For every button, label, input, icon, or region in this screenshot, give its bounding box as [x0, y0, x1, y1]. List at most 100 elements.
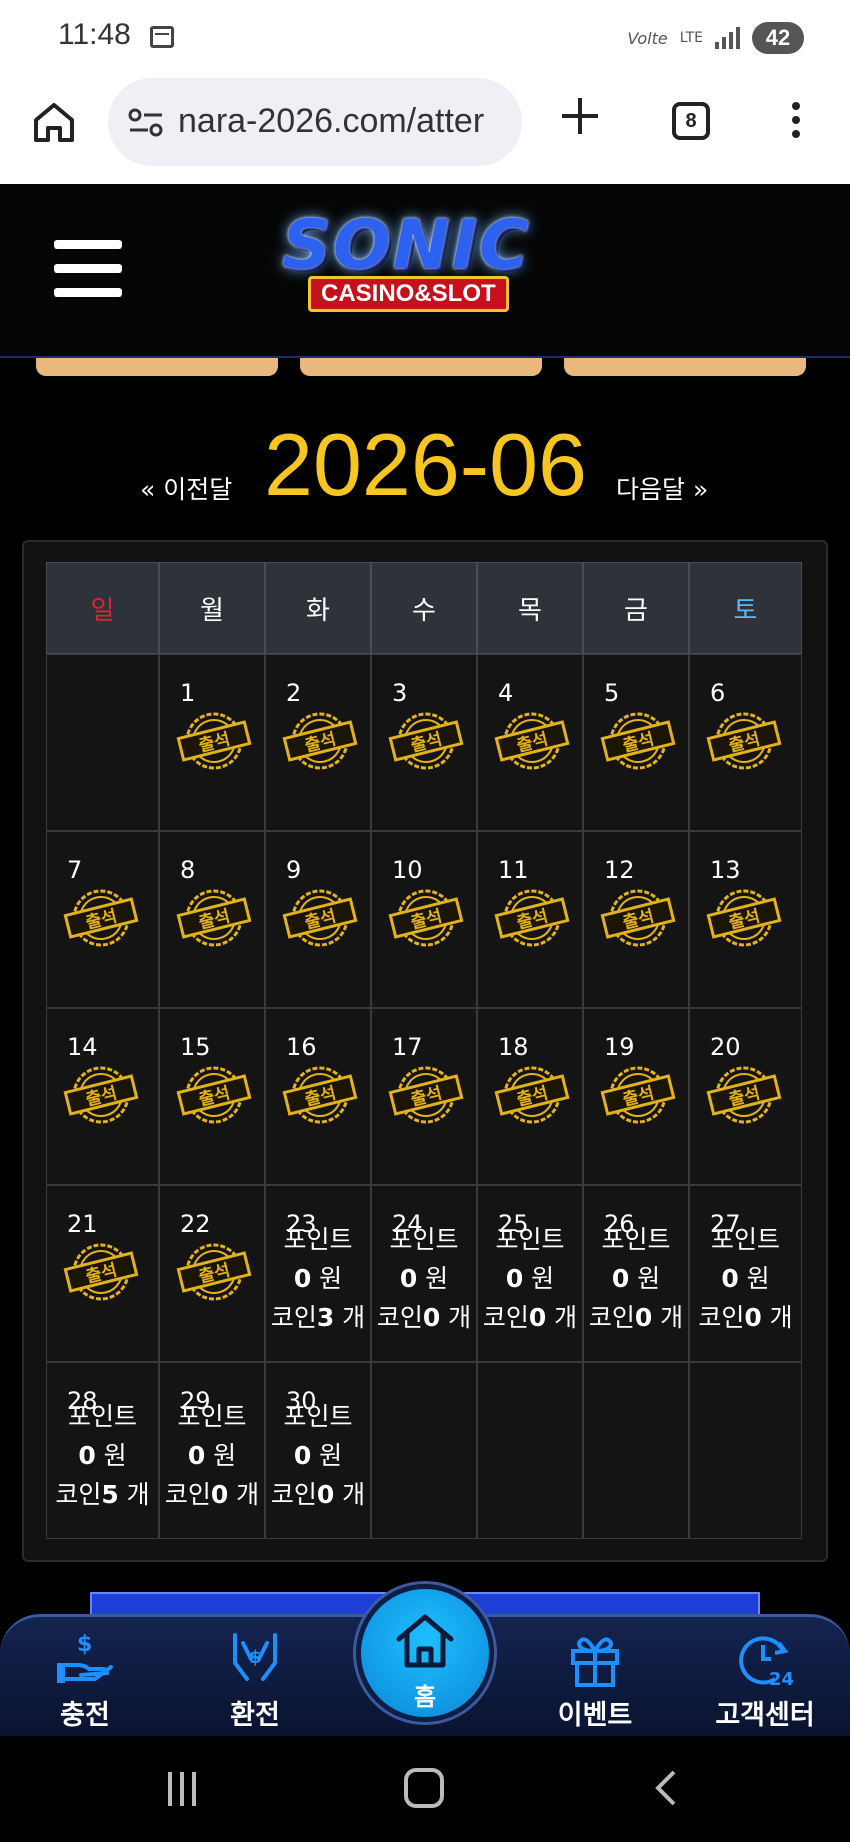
calendar-week-row: 14 출석 15 출석 16 출석 17 출석 18 출석 19 출석 20 출석: [46, 1008, 804, 1185]
day-number: 9: [286, 856, 302, 884]
calendar-notification-icon: [150, 26, 174, 48]
day-number: 5: [604, 679, 620, 707]
nav-withdraw[interactable]: $ 환전: [180, 1617, 330, 1739]
calendar-day-cell: 포인트 0 원 코인5 개 28: [46, 1362, 159, 1539]
points-value-line: 0 원: [266, 1259, 370, 1298]
day-number: 19: [604, 1033, 635, 1061]
hamburger-menu-icon[interactable]: [54, 240, 122, 300]
coin-value: 0: [316, 1480, 335, 1509]
coin-value-line: 코인0 개: [584, 1298, 688, 1337]
calendar-week-row: 1 출석 2 출석 3 출석 4 출석 5 출석 6 출석: [46, 654, 804, 831]
site-settings-icon[interactable]: [128, 108, 164, 138]
calendar-week-row: 7 출석 8 출석 9 출석 10 출석 11 출석 12 출석 13 출석: [46, 831, 804, 1008]
day-rewards: 포인트 0 원 코인3 개: [266, 1220, 370, 1337]
day-number: 25: [498, 1210, 529, 1238]
coin-label: 코인: [588, 1303, 635, 1332]
nav-support[interactable]: 24 고객센터: [690, 1617, 840, 1739]
attendance-stamp-icon: 출석: [600, 709, 676, 773]
weekday-header-cell: 월: [159, 562, 265, 654]
attendance-stamp-icon: 출석: [282, 709, 358, 773]
attendance-stamp-icon: 출석: [388, 886, 464, 950]
back-icon[interactable]: [650, 1768, 680, 1808]
status-time: 11:48: [58, 18, 131, 51]
day-rewards: 포인트 0 원 코인0 개: [266, 1397, 370, 1514]
attendance-stamp-icon: 출석: [63, 1063, 139, 1127]
day-number: 22: [180, 1210, 211, 1238]
coin-label: 코인: [482, 1303, 529, 1332]
points-label: 포인트: [177, 1402, 247, 1431]
system-home-icon[interactable]: [404, 1768, 444, 1808]
attendance-stamp-icon: 출석: [63, 886, 139, 950]
points-label: 포인트: [283, 1402, 353, 1431]
count-unit: 개: [334, 1480, 366, 1509]
points-label: 포인트: [389, 1225, 459, 1254]
calendar-day-cell: 21 출석: [46, 1185, 159, 1362]
day-rewards: 포인트 0 원 코인0 개: [478, 1220, 582, 1337]
coin-value-line: 코인0 개: [372, 1298, 476, 1337]
calendar-day-cell: 포인트 0 원 코인0 개 24: [371, 1185, 477, 1362]
calendar-day-cell: 16 출석: [265, 1008, 371, 1185]
coin-value-line: 코인0 개: [266, 1475, 370, 1514]
coin-value-line: 코인0 개: [690, 1298, 801, 1337]
coin-value: 0: [634, 1303, 653, 1332]
menu-tab-2[interactable]: [300, 358, 542, 376]
points-value: 0: [78, 1441, 96, 1470]
menu-tab-1[interactable]: [36, 358, 278, 376]
next-month-link[interactable]: 다음달 »: [616, 470, 708, 506]
day-number: 27: [710, 1210, 741, 1238]
day-number: 6: [710, 679, 726, 707]
recents-icon[interactable]: [168, 1772, 204, 1806]
coin-value-line: 코인5 개: [47, 1475, 158, 1514]
menu-tab-3[interactable]: [564, 358, 806, 376]
day-number: 13: [710, 856, 741, 884]
calendar-day-cell: 포인트 0 원 코인0 개 27: [689, 1185, 802, 1362]
calendar-day-cell: 12 출석: [583, 831, 689, 1008]
won-unit: 원: [417, 1264, 449, 1293]
count-unit: 개: [118, 1480, 150, 1509]
points-value-line: 0 원: [47, 1436, 158, 1475]
prev-month-link[interactable]: « 이전달: [140, 470, 232, 506]
attendance-stamp-icon: 출석: [176, 1063, 252, 1127]
day-number: 3: [392, 679, 408, 707]
more-menu-icon[interactable]: [790, 102, 802, 142]
calendar-day-cell: 1 출석: [159, 654, 265, 831]
attendance-stamp-icon: 출석: [176, 1240, 252, 1304]
site-logo[interactable]: SONIC CASINO&SLOT: [262, 206, 592, 316]
day-number: 21: [67, 1210, 98, 1238]
calendar-day-cell: 7 출석: [46, 831, 159, 1008]
nav-withdraw-label: 환전: [230, 1700, 280, 1731]
calendar-day-cell: 13 출석: [689, 831, 802, 1008]
browser-home-icon[interactable]: [32, 100, 76, 144]
calendar-day-cell: 3 출석: [371, 654, 477, 831]
points-value-line: 0 원: [160, 1436, 264, 1475]
calendar-day-cell: 11 출석: [477, 831, 583, 1008]
volte-indicator: Volte: [627, 28, 668, 48]
day-number: 26: [604, 1210, 635, 1238]
nav-deposit[interactable]: $ 충전: [10, 1617, 160, 1739]
day-number: 12: [604, 856, 635, 884]
won-unit: 원: [95, 1441, 127, 1470]
count-unit: 개: [228, 1480, 260, 1509]
coin-value-line: 코인0 개: [160, 1475, 264, 1514]
address-bar[interactable]: nara-2026.com/atter: [108, 78, 522, 166]
nav-support-label: 고객센터: [715, 1700, 815, 1731]
won-unit: 원: [738, 1264, 770, 1293]
nav-events[interactable]: 이벤트: [520, 1617, 670, 1739]
svg-text:$: $: [77, 1632, 92, 1657]
tab-switcher-button[interactable]: 8: [672, 102, 710, 140]
day-number: 10: [392, 856, 423, 884]
points-label: 포인트: [67, 1402, 137, 1431]
new-tab-icon[interactable]: [560, 96, 600, 136]
points-value: 0: [505, 1264, 524, 1293]
month-title: 2026-06: [264, 415, 587, 514]
calendar-week-row: 21 출석 22 출석 포인트 0 원 코인3 개 23 포인트 0 원 코인0 개 24 포인트 0 원…: [46, 1185, 804, 1362]
day-number: 1: [180, 679, 196, 707]
day-rewards: 포인트 0 원 코인5 개: [47, 1397, 158, 1514]
weekday-header-cell: 토: [689, 562, 802, 654]
day-number: 7: [67, 856, 83, 884]
attendance-stamp-icon: 출석: [388, 709, 464, 773]
day-number: 4: [498, 679, 514, 707]
coin-label: 코인: [698, 1303, 745, 1332]
nav-home-button[interactable]: 홈: [356, 1584, 494, 1722]
weekday-header-cell: 목: [477, 562, 583, 654]
